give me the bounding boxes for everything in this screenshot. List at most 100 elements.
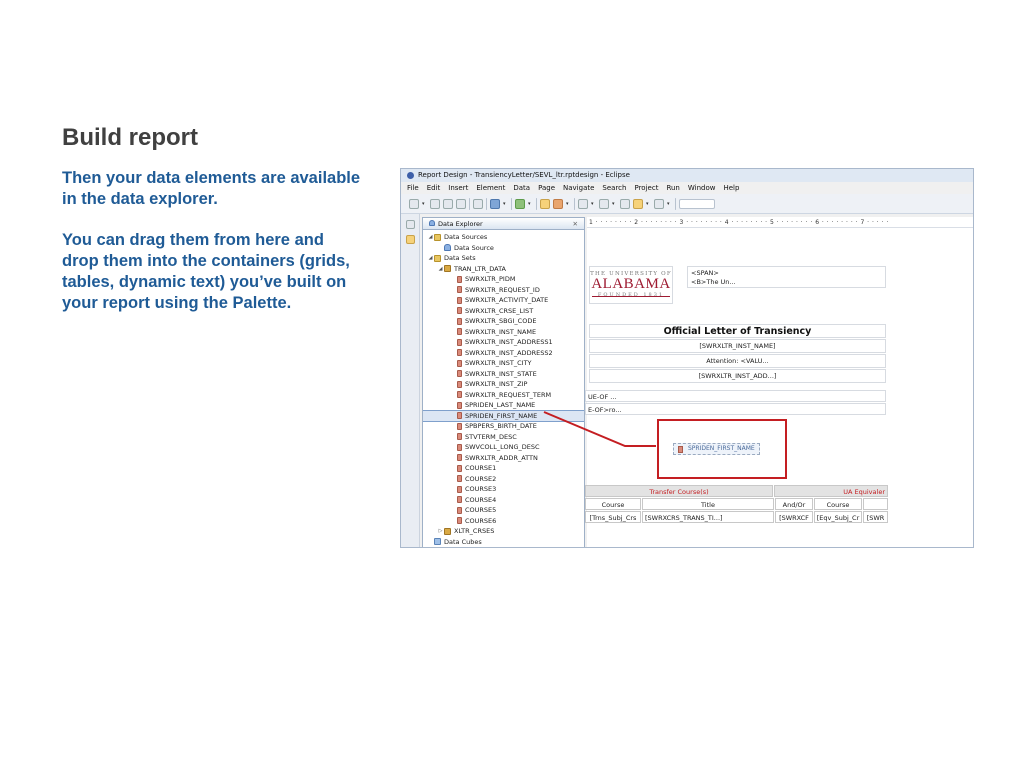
expand-triangle-icon[interactable]: ◢ [427,253,434,264]
cell-trans-title[interactable]: [SWRXCRS_TRANS_TI...] [642,511,774,523]
next-annotation-icon[interactable] [578,198,588,209]
chevron-down-icon[interactable]: ▾ [646,199,651,209]
tree-label: SWRXLTR_INST_STATE [465,369,537,378]
menu-element[interactable]: Element [476,182,505,194]
save-as-icon[interactable] [443,198,453,209]
window-titlebar: Report Design - TransiencyLetter/SEVL_lt… [401,169,973,182]
chevron-down-icon[interactable]: ▾ [503,199,508,209]
tree-node-data-source[interactable]: Data Source [423,243,584,254]
cell-eqv-subj[interactable]: [Eqv_Subj_Cr [814,511,862,523]
tree-node-column[interactable]: SWRXLTR_INST_ADDRESS2 [423,348,584,359]
tree-node-column[interactable]: COURSE3 [423,484,584,495]
tree-node-dataset[interactable]: ◢ TRAN_LTR_DATA [423,264,584,275]
database-icon [444,244,451,252]
tree-node-column[interactable]: COURSE2 [423,474,584,485]
menu-window[interactable]: Window [688,182,716,194]
tree-node-column[interactable]: SPRIDEN_FIRST_NAME [423,409,584,422]
menu-run[interactable]: Run [666,182,679,194]
close-icon[interactable]: ✕ [573,218,578,229]
data-explorer-tab[interactable]: Data Explorer ✕ [423,218,584,230]
run-icon[interactable] [515,198,525,209]
tree-node-data-sources[interactable]: ◢ Data Sources [423,232,584,243]
tree-label: Data Cubes [444,537,482,546]
tree-node-column[interactable]: SWRXLTR_INST_ZIP [423,379,584,390]
drop-target-highlight[interactable]: SPRIDEN_FIRST_NAME [657,419,787,479]
tree-label: COURSE1 [465,464,497,472]
tree-node-column[interactable]: COURSE1 [423,463,584,474]
tree-node-column[interactable]: SWRXLTR_REQUEST_ID [423,285,584,296]
cell-trns-subj[interactable]: [Trns_Subj_Crs [585,511,641,523]
menu-file[interactable]: File [407,182,419,194]
chevron-down-icon[interactable]: ▾ [566,199,571,209]
print-icon[interactable] [473,198,483,209]
palette-icon[interactable] [406,220,415,229]
zoom-combo[interactable] [679,198,715,209]
cell-swr[interactable]: [SWR [863,511,888,523]
tree-node-column[interactable]: COURSE5 [423,505,584,516]
tree-node-column[interactable]: COURSE4 [423,495,584,506]
slide-body: Then your data elements are available in… [62,168,362,334]
tree-node-column[interactable]: SPRIDEN_LAST_NAME [423,400,584,411]
tree-node-column[interactable]: SWRXLTR_INST_ADDRESS1 [423,337,584,348]
menu-page[interactable]: Page [538,182,555,194]
tree-node-data-cubes[interactable]: Data Cubes [423,537,584,548]
save-all-icon[interactable] [456,198,466,209]
tree-node-dataset-2[interactable]: ▷ XLTR_CRSES [423,526,584,537]
letter-title-cell[interactable]: Official Letter of Transiency [589,324,886,338]
tree-node-data-sets[interactable]: ◢ Data Sets [423,253,584,264]
menu-navigate[interactable]: Navigate [563,182,594,194]
last-edit-icon[interactable] [620,198,630,209]
brush-icon[interactable] [553,198,563,209]
expand-triangle-icon[interactable]: ◢ [427,232,434,243]
tree-node-column[interactable]: STVTERM_DESC [423,432,584,443]
prev-annotation-icon[interactable] [599,198,609,209]
view-report-icon[interactable] [490,198,500,209]
tree-node-column[interactable]: COURSE6 [423,516,584,527]
tree-node-column[interactable]: SWRXLTR_REQUEST_TERM [423,390,584,401]
eclipse-window: Report Design - TransiencyLetter/SEVL_lt… [400,168,974,548]
tree-node-column[interactable]: SWVCOLL_LONG_DESC [423,442,584,453]
open-folder-icon[interactable] [540,198,550,209]
new-icon[interactable] [409,198,419,209]
tree-node-column[interactable]: SWRXLTR_ACTIVITY_DATE [423,295,584,306]
menu-edit[interactable]: Edit [427,182,441,194]
menu-project[interactable]: Project [634,182,658,194]
tree-node-column[interactable]: SWRXLTR_INST_STATE [423,369,584,380]
column-icon [457,380,462,388]
ue-of-cell[interactable]: UE-OF ... [585,390,886,402]
tree-node-column[interactable]: SWRXLTR_PIDM [423,274,584,285]
tree-node-column[interactable]: SWRXLTR_CRSE_LIST [423,306,584,317]
chevron-down-icon[interactable]: ▾ [422,199,427,209]
outline-icon[interactable] [406,235,415,244]
expand-triangle-icon[interactable]: ◢ [437,264,444,275]
chevron-down-icon[interactable]: ▾ [612,199,617,209]
tree-node-column[interactable]: SWRXLTR_ADDR_ATTN [423,453,584,464]
tree-node-column[interactable]: SWRXLTR_INST_CITY [423,358,584,369]
tree-node-column[interactable]: SPBPERS_BIRTH_DATE [423,421,584,432]
e-of-cell[interactable]: E-OF>ro... [585,403,886,415]
menu-insert[interactable]: Insert [448,182,468,194]
data-explorer-label: Data Explorer [438,220,483,228]
tree-node-column[interactable]: SWRXLTR_INST_NAME [423,327,584,338]
dropped-data-element[interactable]: SPRIDEN_FIRST_NAME [673,443,760,455]
tree-label: XLTR_CRSES [454,527,495,535]
report-designer: 1 · · · · · · · · 2 · · · · · · · · 3 · … [585,217,973,547]
back-arrow-icon[interactable] [633,198,643,209]
chevron-down-icon[interactable]: ▾ [591,199,596,209]
inst-name-cell[interactable]: [SWRXLTR_INST_NAME] [589,339,886,353]
column-icon [457,349,462,357]
forward-arrow-icon[interactable] [654,198,664,209]
chevron-down-icon[interactable]: ▾ [528,199,533,209]
tree-node-column[interactable]: SWRXLTR_SBGI_CODE [423,316,584,327]
save-icon[interactable] [430,198,440,209]
cell-swrxcr[interactable]: [SWRXCF [775,511,813,523]
chevron-down-icon[interactable]: ▾ [667,199,672,209]
inst-add-cell[interactable]: [SWRXLTR_INST_ADD...] [589,369,886,383]
attention-cell[interactable]: Attention: <VALU... [589,354,886,368]
menu-data[interactable]: Data [513,182,530,194]
menu-help[interactable]: Help [723,182,739,194]
menu-search[interactable]: Search [602,182,626,194]
expand-triangle-icon[interactable]: ▷ [437,526,444,537]
dynamic-text-span[interactable]: <SPAN> <B>The Un... [687,266,886,288]
transfer-course-header: Transfer Course(s) [585,485,773,497]
